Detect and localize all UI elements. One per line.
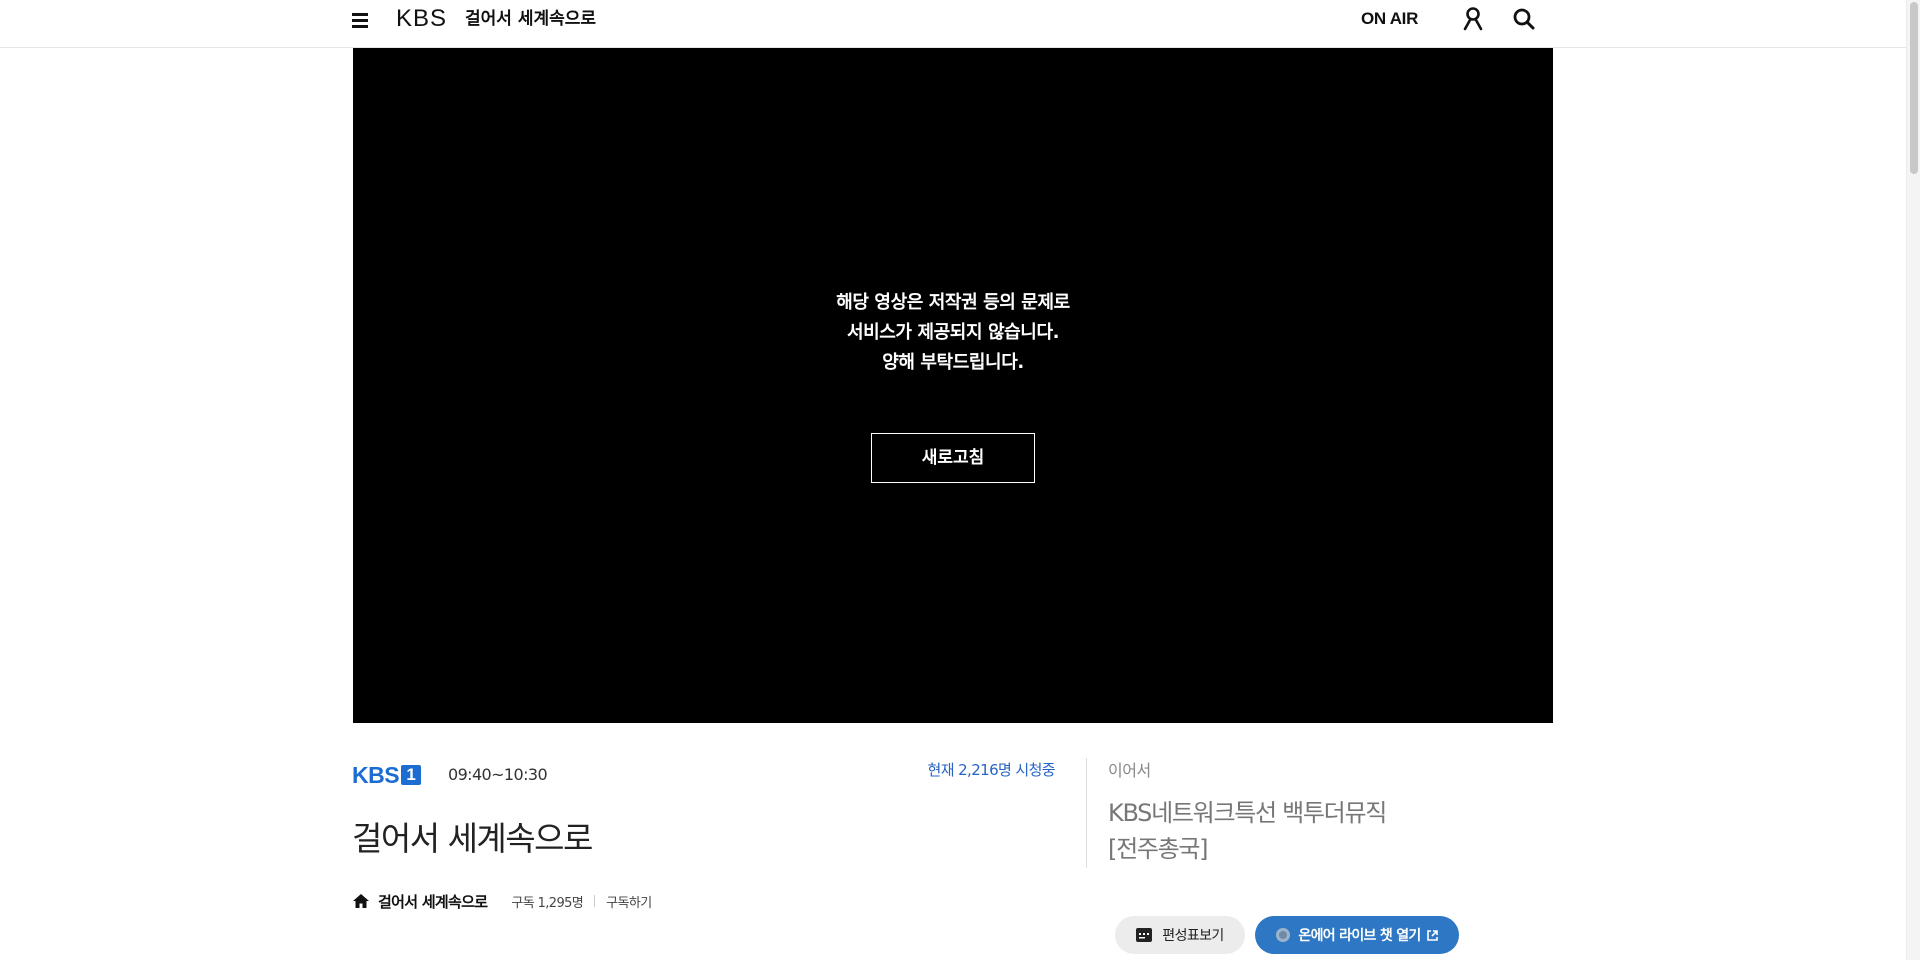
- player-message-line: 해당 영상은 저작권 등의 문제로: [836, 292, 1070, 313]
- separator: [594, 895, 596, 907]
- player-error-message: 해당 영상은 저작권 등의 문제로 서비스가 제공되지 않습니다. 양해 부탁드…: [353, 288, 1553, 378]
- subscribe-button[interactable]: 구독하기: [606, 892, 652, 911]
- header-program-title[interactable]: 걸어서 세계속으로: [465, 7, 596, 31]
- hamburger-icon[interactable]: [350, 8, 372, 32]
- schedule-button-label: 편성표보기: [1162, 928, 1224, 944]
- schedule-button[interactable]: 편성표보기: [1115, 916, 1245, 954]
- player-message-line: 서비스가 제공되지 않습니다.: [846, 322, 1060, 343]
- live-dot-icon: [1276, 928, 1291, 942]
- player-message-line: 양해 부탁드립니다.: [882, 352, 1024, 373]
- page-scrollbar[interactable]: [1906, 0, 1920, 960]
- schedule-icon: [1136, 928, 1153, 942]
- live-chat-button[interactable]: 온에어 라이브 챗 열기: [1255, 916, 1459, 954]
- user-icon[interactable]: [1462, 7, 1484, 31]
- refresh-button[interactable]: 새로고침: [871, 433, 1035, 483]
- search-icon[interactable]: [1512, 7, 1536, 31]
- channel-logo-text: KBS: [352, 761, 400, 788]
- home-icon: [353, 894, 369, 908]
- subscriber-count: 구독 1,295명: [511, 895, 584, 911]
- kbs-logo[interactable]: KBS: [396, 5, 447, 33]
- kbs-logo-text: KBS: [396, 5, 448, 32]
- external-link-icon: [1426, 929, 1438, 941]
- next-program-title: KBS네트워크특선 백투더뮤직 [전주총국]: [1108, 795, 1408, 867]
- divider: [1086, 758, 1087, 868]
- channel-logo: KBS 1: [352, 761, 422, 788]
- next-program-title-line: [전주총국]: [1108, 835, 1209, 863]
- top-header: KBS 걸어서 세계속으로 ON AIR: [0, 0, 1906, 48]
- next-program-label: 이어서: [1108, 761, 1151, 780]
- onair-link[interactable]: ON AIR: [1361, 8, 1418, 30]
- program-home-link[interactable]: 걸어서 세계속으로: [378, 891, 488, 912]
- viewer-count: 현재 2,216명 시청중: [927, 761, 1056, 779]
- live-chat-button-label: 온에어 라이브 챗 열기: [1298, 928, 1421, 944]
- broadcast-time: 09:40~10:30: [448, 765, 548, 784]
- program-home-row: 걸어서 세계속으로 구독 1,295명 구독하기: [352, 890, 652, 912]
- channel-number: 1: [401, 765, 422, 785]
- next-program-title-line: KBS네트워크특선 백투더뮤직: [1108, 799, 1387, 827]
- video-player[interactable]: 해당 영상은 저작권 등의 문제로 서비스가 제공되지 않습니다. 양해 부탁드…: [353, 48, 1553, 723]
- scrollbar-thumb[interactable]: [1910, 2, 1918, 174]
- program-title: 걸어서 세계속으로: [352, 819, 593, 858]
